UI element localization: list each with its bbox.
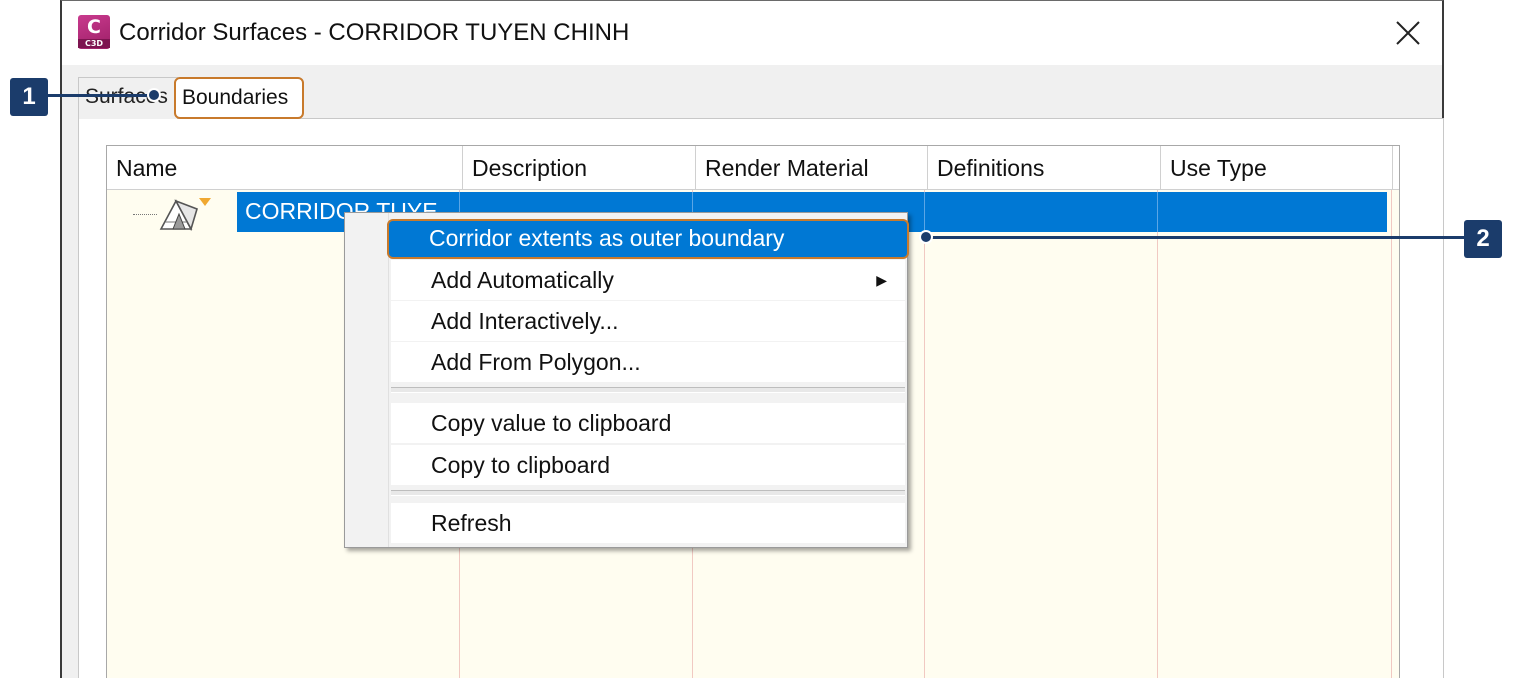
grid-header: Name Description Render Material Definit… (107, 146, 1399, 190)
callout-2-leader (926, 236, 1468, 239)
menu-icon-gutter (345, 213, 389, 547)
column-divider (1157, 190, 1158, 678)
submenu-arrow-icon: ▶ (876, 272, 887, 288)
column-divider (1391, 190, 1392, 678)
callout-1-badge: 1 (10, 78, 48, 116)
callout-2-dot (919, 230, 933, 244)
menu-separator (391, 490, 905, 496)
tree-connector (133, 214, 157, 215)
menu-item-copy-value[interactable]: Copy value to clipboard (391, 403, 905, 443)
callout-2-badge: 2 (1464, 220, 1502, 258)
callout-1-leader (48, 94, 152, 97)
title-bar: C C3D Corridor Surfaces - CORRIDOR TUYEN… (62, 1, 1442, 65)
app-icon-sub: C3D (78, 39, 110, 48)
column-header-use-type[interactable]: Use Type (1161, 146, 1393, 190)
column-header-definitions[interactable]: Definitions (928, 146, 1161, 190)
menu-item-copy-clipboard[interactable]: Copy to clipboard (391, 445, 905, 485)
menu-item-corridor-extents[interactable]: Corridor extents as outer boundary (387, 219, 909, 259)
column-header-name[interactable]: Name (107, 146, 463, 190)
close-icon (1396, 21, 1420, 45)
window-title: Corridor Surfaces - CORRIDOR TUYEN CHINH (119, 19, 630, 46)
column-header-render-material[interactable]: Render Material (696, 146, 928, 190)
context-menu: Corridor extents as outer boundary Add A… (344, 212, 909, 548)
row-cell-divider (924, 192, 925, 232)
menu-item-add-from-polygon[interactable]: Add From Polygon... (391, 342, 905, 382)
menu-item-label: Add Automatically (431, 267, 614, 293)
callout-1-dot (147, 88, 161, 102)
tab-boundaries[interactable]: Boundaries (174, 77, 304, 119)
menu-separator (391, 387, 905, 393)
row-cell-divider (1157, 192, 1158, 232)
menu-item-add-automatically[interactable]: Add Automatically ▶ (391, 260, 905, 300)
civil3d-app-icon: C C3D (78, 15, 110, 49)
column-header-description[interactable]: Description (463, 146, 696, 190)
close-button[interactable] (1388, 13, 1428, 53)
tab-surfaces[interactable]: Surfaces (78, 77, 178, 119)
menu-item-add-interactively[interactable]: Add Interactively... (391, 301, 905, 341)
column-divider (924, 190, 925, 678)
corridor-surface-icon (159, 198, 211, 232)
menu-item-refresh[interactable]: Refresh (391, 503, 905, 543)
app-icon-letter: C (87, 16, 101, 38)
